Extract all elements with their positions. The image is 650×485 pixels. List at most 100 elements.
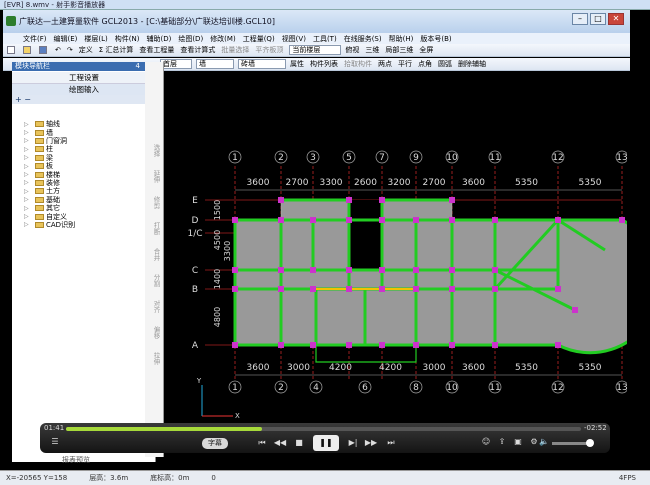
expand-icon[interactable]: ▷ (24, 137, 30, 144)
edit-tool-button[interactable]: 打断 (147, 222, 161, 235)
edit-tool-button[interactable]: 分割 (147, 274, 161, 287)
summary-calc-button[interactable]: Σ 汇总计算 (99, 45, 134, 55)
menu-item[interactable]: 辅助(D) (146, 34, 171, 44)
menu-item[interactable]: 帮助(H) (389, 34, 414, 44)
expand-icon[interactable]: ▷ (24, 221, 30, 228)
edit-tool-button[interactable]: 选择 (147, 144, 161, 157)
point-angle-button[interactable]: 点角 (418, 59, 432, 69)
fullscreen-button[interactable]: 全屏 (419, 45, 433, 55)
expand-icon[interactable]: ▷ (24, 129, 30, 136)
parallel-button[interactable]: 平行 (398, 59, 412, 69)
pick-component-button[interactable]: 拾取构件 (344, 59, 372, 69)
expand-icon[interactable]: ▷ (24, 171, 30, 178)
save-icon[interactable] (39, 46, 49, 54)
volume-icon[interactable]: 🔈 (538, 437, 550, 446)
menu-item[interactable]: 版本号(B) (420, 34, 451, 44)
floor-select[interactable]: 首层 (160, 59, 192, 69)
view-formula-button[interactable]: 查看计算式 (180, 45, 215, 55)
menu-item[interactable]: 工程量(Q) (243, 34, 275, 44)
project-settings-button[interactable]: 工程设置 (12, 72, 156, 84)
expand-icon[interactable]: ▷ (24, 179, 30, 186)
batch-select-button[interactable]: 批量选择 (221, 45, 249, 55)
expand-icon[interactable]: ▷ (24, 188, 30, 195)
playlist-icon[interactable]: ☰ (48, 437, 62, 446)
expand-icon[interactable]: ▷ (24, 196, 30, 203)
view-quantity-button[interactable]: 查看工程量 (139, 45, 174, 55)
menu-item[interactable]: 修改(M) (210, 34, 236, 44)
3d-button[interactable]: 三维 (365, 45, 379, 55)
edit-tool-button[interactable]: 合并 (147, 248, 161, 261)
folder-icon (35, 121, 44, 128)
forward-button[interactable]: ▶▶ (364, 438, 378, 447)
column-node (449, 286, 455, 292)
edit-tool-button[interactable]: 延伸 (147, 170, 161, 183)
tree-item[interactable]: ▷ CAD识别 (24, 221, 75, 229)
folder-icon (35, 221, 44, 228)
rewind-button[interactable]: ◀◀ (273, 438, 287, 447)
category-select[interactable]: 墙 (196, 59, 234, 69)
column-node (379, 342, 385, 348)
component-select[interactable]: 砖墙 (238, 59, 286, 69)
edit-tool-button[interactable]: 拉伸 (147, 352, 161, 365)
menu-item[interactable]: 视图(V) (282, 34, 306, 44)
align-slab-top-button[interactable]: 平齐板顶 (255, 45, 283, 55)
volume-knob[interactable] (586, 439, 594, 447)
current-floor-select[interactable]: 当前楼层 (289, 45, 342, 55)
subtitle-button[interactable]: 字幕 (202, 438, 228, 449)
maximize-button[interactable]: □ (590, 13, 606, 25)
share-icon[interactable]: ⇪ (496, 437, 508, 446)
progress-bar[interactable] (66, 427, 581, 431)
edit-tool-button[interactable]: 偏移 (147, 326, 161, 339)
define-button[interactable]: 定义 (79, 45, 93, 55)
drawing-canvas[interactable]: 1 2 3 5 7 9 10 11 12 13 3600 2700 3300 2600 3200 2700 36… (165, 80, 650, 462)
pause-button[interactable]: ❚❚ (313, 435, 339, 451)
prev-track-button[interactable]: ⏮ (255, 438, 269, 448)
delete-aux-axis-button[interactable]: 删除辅轴 (458, 59, 486, 69)
floor-plan-svg[interactable]: 1 2 3 5 7 9 10 11 12 133600 2700 3300 2600 3200 2700 36… (165, 80, 650, 462)
local-3d-button[interactable]: 局部三维 (385, 45, 413, 55)
menu-item[interactable]: 楼层(L) (84, 34, 107, 44)
new-file-icon[interactable] (7, 46, 17, 54)
user-icon[interactable]: ☺ (480, 437, 492, 446)
column-node (278, 217, 284, 223)
menu-item[interactable]: 在线服务(S) (344, 34, 382, 44)
edit-tool-button[interactable]: 对齐 (147, 300, 161, 313)
tree-item[interactable]: ▷ 轴线 (24, 120, 60, 128)
arc-button[interactable]: 圆弧 (438, 59, 452, 69)
dimension-left: 4800 (213, 307, 222, 327)
expand-icon[interactable]: ▷ (24, 213, 30, 220)
close-button[interactable]: ✕ (608, 13, 624, 25)
expand-icon[interactable]: ▷ (24, 121, 30, 128)
open-file-icon[interactable] (23, 46, 33, 54)
menu-item[interactable]: 绘图(D) (178, 34, 203, 44)
pin-icon[interactable]: 4 (136, 62, 140, 71)
axis-label-bottom: 11 (489, 383, 500, 393)
expand-icon[interactable]: ▷ (24, 163, 30, 170)
menu-item[interactable]: 编辑(E) (54, 34, 78, 44)
expand-icon[interactable]: ▷ (24, 154, 30, 161)
properties-button[interactable]: 属性 (290, 59, 304, 69)
edit-tool-button[interactable]: 修剪 (147, 196, 161, 209)
axis-label-bottom: 4 (313, 383, 319, 393)
stop-button[interactable]: ■ (293, 438, 305, 447)
column-node (379, 197, 385, 203)
column-node (555, 217, 561, 223)
redo-icon[interactable]: ↷ (67, 46, 73, 54)
menu-item[interactable]: 工具(T) (313, 34, 337, 44)
slab-region (312, 219, 350, 271)
menu-item[interactable]: 文件(F) (23, 34, 47, 44)
step-button[interactable]: ▶| (346, 438, 360, 447)
menu-item[interactable]: 构件(N) (115, 34, 140, 44)
minimize-button[interactable]: – (572, 13, 588, 25)
report-preview-label[interactable]: 报表预览 (62, 455, 90, 465)
expand-icon[interactable]: ▷ (24, 205, 30, 212)
undo-icon[interactable]: ↶ (55, 46, 61, 54)
two-point-button[interactable]: 两点 (378, 59, 392, 69)
folder-icon (35, 129, 44, 136)
tree-toolbar[interactable]: + − (12, 95, 156, 104)
component-list-button[interactable]: 构件列表 (310, 59, 338, 69)
expand-icon[interactable]: ▷ (24, 146, 30, 153)
screenshot-icon[interactable]: ▣ (512, 437, 524, 446)
next-track-button[interactable]: ⏭ (384, 438, 398, 448)
top-view-button[interactable]: 俯视 (345, 45, 359, 55)
